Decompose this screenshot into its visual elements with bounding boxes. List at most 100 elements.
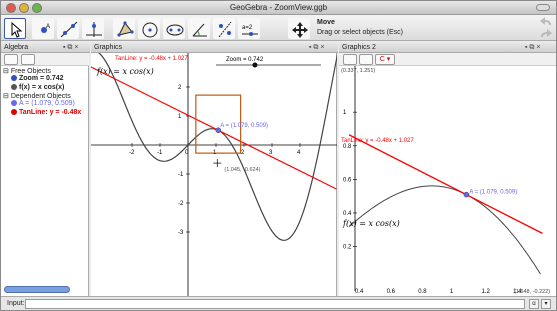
y-tick-label: 0.6 xyxy=(343,177,352,183)
circle-tool[interactable] xyxy=(138,18,160,39)
alpha-symbols-button[interactable]: α xyxy=(529,299,539,309)
tool-description: Move Drag or select objects (Esc) xyxy=(317,18,403,38)
perpendicular-tool[interactable] xyxy=(82,18,104,39)
color-menu-button[interactable]: C ▾ xyxy=(375,54,395,65)
y-tick-label: 0.2 xyxy=(343,245,352,251)
point-a-label: A = (1.079, 0.509) xyxy=(469,190,517,196)
auxiliary-objects-button[interactable] xyxy=(4,54,18,65)
line-icon xyxy=(60,21,78,38)
tanline-label: TanLine: y = -0.48x + 1.027 xyxy=(341,138,414,144)
y-tick-label: 1 xyxy=(178,114,182,120)
y-tick-label: 1 xyxy=(343,110,347,116)
corner-coordinates-top: (0.337, 1.251) xyxy=(341,68,375,74)
reflect-tool[interactable] xyxy=(213,18,235,39)
zoom-slider-knob xyxy=(252,62,258,68)
tanline-label: TanLine: y = -0.48x + 1.027 xyxy=(115,56,188,62)
tanline-item[interactable]: TanLine: y = -0.48x xyxy=(11,109,81,116)
graphics2-canvas[interactable]: 10.80.60.40.20.4 0.6 0.8 1 1.2 1.4A = (1.079,… xyxy=(339,66,556,296)
sort-objects-button[interactable] xyxy=(21,54,35,65)
graphics2-view[interactable]: C ▾ 1 0.8 0.6 0.4 0.2 0.4 0.6 0.8 1 1.2 1.4 A = (1.… xyxy=(339,53,556,296)
cursor-coordinates: (1.045, -0.624) xyxy=(224,167,260,173)
window-title: GeoGebra - ZoomView.ggb xyxy=(229,3,328,12)
input-bar: Input: α ▾ xyxy=(1,296,556,310)
zoom-item[interactable]: Zoom = 0.742 xyxy=(11,75,64,82)
arrow-cursor-icon xyxy=(11,21,23,38)
y-tick-label: 0.4 xyxy=(343,211,352,217)
move-tool[interactable] xyxy=(4,18,26,39)
dependent-objects-node[interactable]: ⊟ Dependent Objects xyxy=(3,92,71,100)
x-tick-label: 1 xyxy=(450,289,454,295)
graphics2-toolbar: C ▾ xyxy=(339,53,556,66)
x-tick-label: 3 xyxy=(269,150,273,156)
toolbar-toggle-button[interactable] xyxy=(536,4,550,11)
tool-name: Move xyxy=(317,19,335,26)
visibility-toggle-icon[interactable] xyxy=(11,109,17,116)
svg-text:A: A xyxy=(46,24,50,30)
x-tick-label: 0.8 xyxy=(418,289,427,295)
fx-item[interactable]: f(x) = x cos(x) xyxy=(11,84,64,91)
graphics2-title: Graphics 2 xyxy=(342,44,376,51)
title-bar: GeoGebra - ZoomView.ggb xyxy=(1,1,556,15)
perpendicular-line-icon xyxy=(86,22,102,37)
input-menu-button[interactable]: ▾ xyxy=(541,299,551,309)
x-tick-label: 0.4 xyxy=(355,289,364,295)
tangent-line xyxy=(89,65,337,190)
function-curve xyxy=(348,185,541,275)
dock-icon[interactable]: ▪ ⧉ × xyxy=(309,42,324,53)
corner-coordinates-bottom: (1.548, -0.222) xyxy=(514,289,550,295)
slider-tool[interactable]: a=2 xyxy=(238,18,260,39)
x-tick-label: 4 xyxy=(297,150,301,156)
point-a-item[interactable]: A = (1.079, 0.509) xyxy=(11,100,75,107)
y-tick-label: -3 xyxy=(178,230,184,236)
y-tick-label: 0.8 xyxy=(343,144,352,150)
point-a-label: A = (1.079, 0.509) xyxy=(220,123,268,129)
grid-toggle-button[interactable] xyxy=(359,54,373,65)
move-graphics-tool[interactable] xyxy=(288,18,310,39)
circle-icon xyxy=(142,22,158,38)
visibility-toggle-icon[interactable] xyxy=(11,100,17,107)
x-tick-label: 0.6 xyxy=(387,289,396,295)
algebra-view: ⊟ Free Objects Zoom = 0.742 f(x) = x cos… xyxy=(1,53,89,296)
ellipse-icon xyxy=(166,24,184,36)
input-label: Input: xyxy=(7,300,25,307)
polygon-icon xyxy=(117,21,134,37)
zoom-slider-label: Zoom = 0.742 xyxy=(226,57,264,63)
conic-tool[interactable] xyxy=(163,18,185,39)
algebra-toolbar xyxy=(1,53,89,66)
visibility-toggle-icon[interactable] xyxy=(11,75,17,82)
free-objects-node[interactable]: ⊟ Free Objects xyxy=(3,67,51,75)
input-field[interactable] xyxy=(25,299,525,309)
toolbar: A a=2 Move Drag or select objects (Esc) xyxy=(1,15,556,41)
y-tick-label: -2 xyxy=(178,201,184,207)
y-tick-label: -1 xyxy=(178,172,184,178)
point-tool[interactable]: A xyxy=(32,18,54,39)
function-label: f(x) = x cos(x) xyxy=(342,219,400,228)
reflect-icon xyxy=(218,21,232,38)
x-tick-label: -2 xyxy=(129,150,135,156)
algebra-title: Algebra xyxy=(4,44,29,51)
angle-tool[interactable] xyxy=(188,18,210,39)
graphics2-header: Graphics 2 ▪ ⧉ × xyxy=(339,42,556,53)
axes-toggle-button[interactable] xyxy=(343,54,357,65)
algebra-scrollbar[interactable] xyxy=(4,286,70,293)
dock-icon[interactable]: ▪ ⧉ × xyxy=(525,42,540,53)
tool-help: Drag or select objects (Esc) xyxy=(317,29,403,36)
line-tool[interactable] xyxy=(57,18,79,39)
algebra-header: Algebra ▪ ⧉ × xyxy=(1,42,90,53)
point-icon: A xyxy=(41,24,50,33)
y-tick-label: 2 xyxy=(178,85,182,91)
slider-icon: a=2 xyxy=(242,25,258,36)
angle-icon xyxy=(192,23,207,37)
x-tick-label: 1.2 xyxy=(482,289,491,295)
point-a xyxy=(463,191,470,198)
x-tick-label: -1 xyxy=(157,150,163,156)
dock-icon[interactable]: ▪ ⧉ × xyxy=(63,42,78,53)
move-cross-icon xyxy=(292,22,308,38)
graphics-canvas[interactable]: -2 -1 0 1 2 3 421-1-2-3A = (1.079, 0.509)TanLi… xyxy=(89,45,340,296)
graphics-view[interactable]: -2 -1 0 1 2 3 4 2 1 -1 -2 -3 A = (1.079, 0.509) TanLi… xyxy=(89,45,340,296)
graphics-title: Graphics xyxy=(94,44,123,51)
undo-icon[interactable] xyxy=(539,17,553,27)
redo-icon[interactable] xyxy=(539,29,553,39)
visibility-toggle-icon[interactable] xyxy=(11,84,17,91)
polygon-tool[interactable] xyxy=(113,18,135,39)
